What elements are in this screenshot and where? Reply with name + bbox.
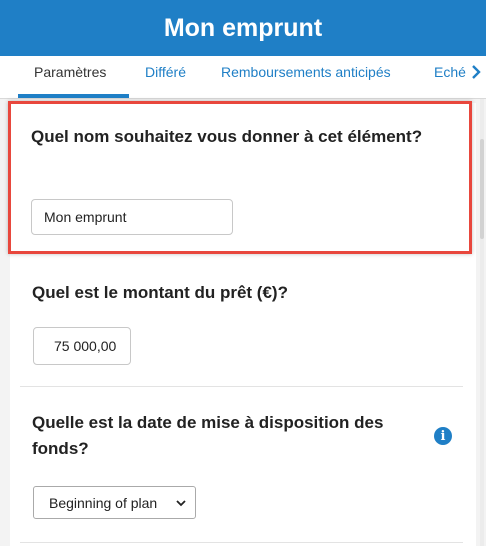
amount-question: Quel est le montant du prêt (€)?: [32, 283, 288, 302]
date-question: Quelle est la date de mise à disposition…: [32, 413, 384, 458]
amount-input[interactable]: [33, 327, 131, 365]
date-select-value: Beginning of plan: [49, 494, 158, 511]
scrollbar-thumb[interactable]: [480, 139, 484, 239]
tab-remboursements-anticipes[interactable]: Remboursements anticipés: [221, 56, 391, 98]
section-divider: [20, 386, 463, 387]
section-divider-bottom: [20, 542, 463, 543]
tab-bar: Paramètres Différé Remboursements antici…: [0, 56, 486, 99]
name-field-card: Quel nom souhaitez vous donner à cet élé…: [8, 101, 472, 254]
app-header: Mon emprunt: [0, 0, 486, 56]
info-icon[interactable]: i: [434, 427, 452, 445]
page-title: Mon emprunt: [163, 13, 323, 42]
date-select[interactable]: Beginning of plan: [33, 486, 196, 519]
name-input[interactable]: [31, 199, 233, 235]
chevron-right-icon: [472, 65, 481, 79]
active-tab-indicator: [18, 94, 129, 98]
tabs-scroll-right-button[interactable]: [466, 56, 486, 98]
tab-differe[interactable]: Différé: [145, 56, 186, 98]
name-question: Quel nom souhaitez vous donner à cet élé…: [31, 127, 423, 146]
tab-echeancier[interactable]: Eché: [434, 56, 466, 98]
chevron-down-icon: [176, 500, 186, 507]
tab-parametres[interactable]: Paramètres: [34, 56, 106, 98]
